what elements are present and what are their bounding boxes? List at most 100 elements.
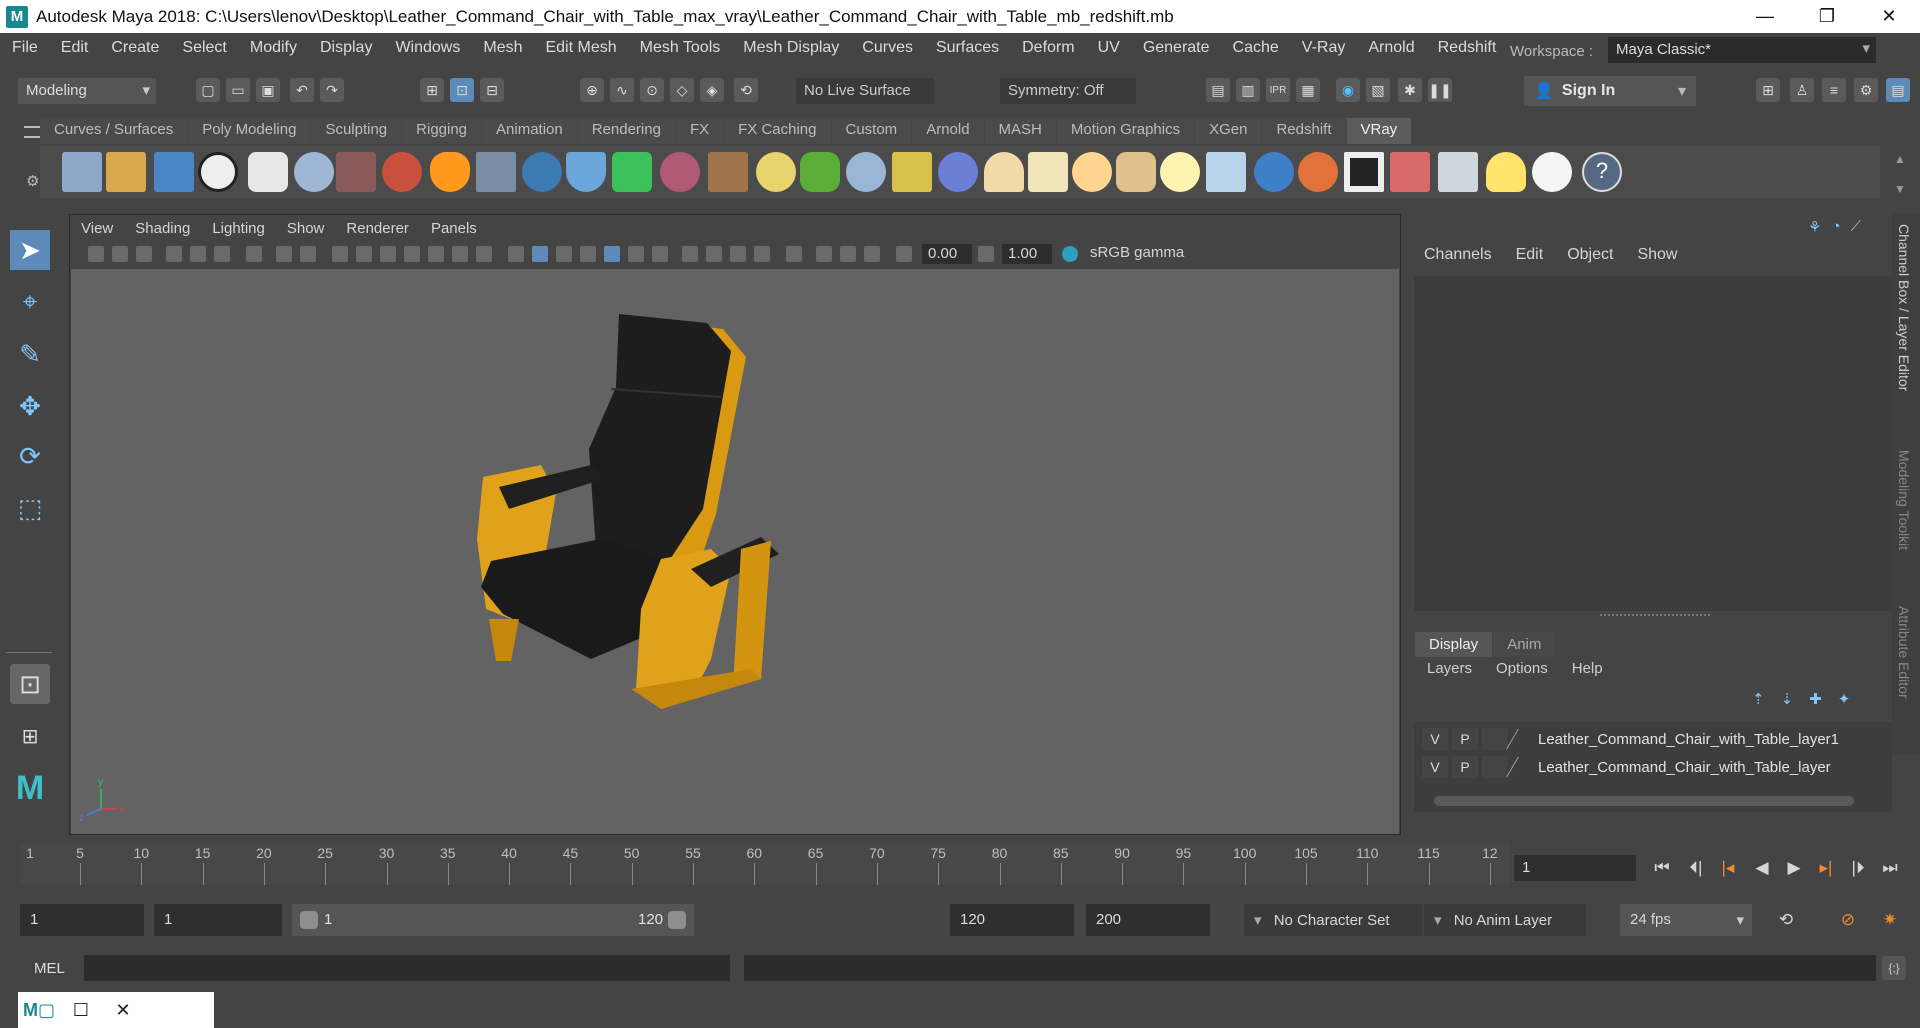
open-scene-icon[interactable]: ▭ bbox=[226, 78, 250, 102]
layer-display-type[interactable] bbox=[1482, 756, 1508, 778]
move-tool-icon[interactable]: ✥ bbox=[10, 386, 50, 426]
step-forward-icon[interactable]: |⏵ bbox=[1846, 856, 1870, 880]
camera-bookmark-icon[interactable] bbox=[246, 246, 262, 262]
layer-color-swatch[interactable] bbox=[1506, 757, 1538, 777]
select-object-icon[interactable]: ⊡ bbox=[450, 78, 474, 102]
vray-spot-light-icon[interactable] bbox=[1028, 152, 1068, 192]
side-tab-modeling-toolkit[interactable]: Modeling Toolkit bbox=[1896, 450, 1912, 550]
animation-start-field[interactable]: 1 bbox=[20, 904, 144, 936]
vray-dome-icon[interactable] bbox=[756, 152, 796, 192]
shelf-tab-animation[interactable]: Animation bbox=[482, 118, 577, 144]
shelf-menu-icon[interactable] bbox=[24, 126, 40, 138]
layer-row[interactable]: V P Leather_Command_Chair_with_Table_lay… bbox=[1422, 726, 1884, 752]
symmetry-field[interactable]: Symmetry: Off bbox=[1000, 78, 1136, 104]
anim-preferences-icon[interactable]: ✷ bbox=[1878, 908, 1902, 932]
menu-edit-mesh[interactable]: Edit Mesh bbox=[533, 39, 627, 57]
layer-color-swatch[interactable] bbox=[1506, 729, 1538, 749]
vray-sun-icon[interactable] bbox=[1160, 152, 1200, 192]
bookmark-icon[interactable] bbox=[136, 246, 152, 262]
live-surface-field[interactable]: No Live Surface bbox=[796, 78, 934, 104]
grease-pencil-icon[interactable] bbox=[214, 246, 230, 262]
anti-aliasing-icon[interactable] bbox=[730, 246, 746, 262]
gamma-icon[interactable] bbox=[978, 246, 994, 262]
layer-menu-help[interactable]: Help bbox=[1560, 660, 1615, 677]
menu-redshift[interactable]: Redshift bbox=[1426, 39, 1508, 57]
help-icon[interactable]: ? bbox=[1582, 152, 1622, 192]
vray-sphere-icon[interactable] bbox=[382, 152, 422, 192]
vray-dome-light-icon[interactable] bbox=[984, 152, 1024, 192]
vray-ies-light-icon[interactable] bbox=[1116, 152, 1156, 192]
character-set-dropdown[interactable]: ▾ No Character Set bbox=[1244, 904, 1422, 936]
anim-layer-dropdown[interactable]: ▾ No Anim Layer bbox=[1424, 904, 1586, 936]
select-component-icon[interactable]: ⊟ bbox=[480, 78, 504, 102]
viewport-menu-show[interactable]: Show bbox=[276, 220, 336, 237]
play-forward-icon[interactable]: ▶ bbox=[1782, 856, 1806, 880]
attribute-editor-toggle-icon[interactable]: ◔ bbox=[1831, 218, 1840, 236]
xray-icon[interactable] bbox=[816, 246, 832, 262]
layer-tab-anim[interactable]: Anim bbox=[1493, 632, 1556, 657]
menu-edit[interactable]: Edit bbox=[49, 39, 100, 57]
vray-cloud-icon[interactable] bbox=[1532, 152, 1572, 192]
step-forward-key-icon[interactable]: ▸| bbox=[1814, 856, 1838, 880]
channel-box-menu-object[interactable]: Object bbox=[1555, 246, 1625, 264]
menu-curves[interactable]: Curves bbox=[850, 39, 924, 57]
shelf-tab-rigging[interactable]: Rigging bbox=[402, 118, 482, 144]
move-layer-up-icon[interactable]: ⇡ bbox=[1752, 690, 1765, 708]
shelf-tab-sculpting[interactable]: Sculpting bbox=[311, 118, 402, 144]
script-editor-icon[interactable]: {;} bbox=[1882, 956, 1906, 980]
side-tab-attribute-editor[interactable]: Attribute Editor bbox=[1896, 606, 1912, 699]
vray-settings-icon[interactable] bbox=[1438, 152, 1478, 192]
layer-playback-toggle[interactable]: P bbox=[1452, 728, 1478, 750]
menu-mesh-display[interactable]: Mesh Display bbox=[731, 39, 850, 57]
time-slider[interactable]: 1 5 10 15 20 25 30 35 40 45 50 55 60 65 70 75 80 85 90 95 1… bbox=[20, 843, 1510, 885]
menu-cache[interactable]: Cache bbox=[1221, 39, 1290, 57]
snap-view-plane-icon[interactable]: ◇ bbox=[670, 78, 694, 102]
new-layer-icon[interactable]: ✚ bbox=[1809, 690, 1822, 708]
vray-camera-icon[interactable] bbox=[336, 152, 376, 192]
menu-file[interactable]: File bbox=[0, 39, 49, 57]
go-to-end-icon[interactable]: ⏭ bbox=[1878, 856, 1902, 880]
shelf-scroll-up-icon[interactable]: ▲ bbox=[1894, 152, 1906, 166]
shelf-scroll-down-icon[interactable]: ▼ bbox=[1894, 182, 1906, 196]
two-d-pan-icon[interactable] bbox=[276, 246, 292, 262]
vray-planet-icon[interactable] bbox=[938, 152, 978, 192]
layer-menu-options[interactable]: Options bbox=[1484, 660, 1560, 677]
safe-title-icon[interactable] bbox=[476, 246, 492, 262]
use-all-lights-icon[interactable] bbox=[628, 246, 644, 262]
isolate-select-icon[interactable] bbox=[786, 246, 802, 262]
color-space-label[interactable]: sRGB gamma bbox=[1090, 244, 1184, 261]
menu-modify[interactable]: Modify bbox=[238, 39, 308, 57]
menu-generate[interactable]: Generate bbox=[1131, 39, 1221, 57]
select-hierarchy-icon[interactable]: ⊞ bbox=[420, 78, 444, 102]
menu-windows[interactable]: Windows bbox=[383, 39, 471, 57]
new-scene-icon[interactable]: ▢ bbox=[196, 78, 220, 102]
shelf-tab-poly-modeling[interactable]: Poly Modeling bbox=[188, 118, 311, 144]
xray-joints-icon[interactable] bbox=[864, 246, 880, 262]
close-icon[interactable]: ✕ bbox=[102, 1000, 144, 1021]
field-chart-icon[interactable] bbox=[428, 246, 444, 262]
play-backward-icon[interactable]: ◀ bbox=[1750, 856, 1774, 880]
shelf-tab-rendering[interactable]: Rendering bbox=[577, 118, 675, 144]
gamma-field[interactable]: 1.00 bbox=[1002, 244, 1052, 264]
shelf-tab-mash[interactable]: MASH bbox=[984, 118, 1056, 144]
scale-tool-icon[interactable]: ⬚ bbox=[10, 488, 50, 528]
vray-log-icon[interactable] bbox=[248, 152, 288, 192]
channel-box-icon[interactable]: ▤ bbox=[1886, 78, 1910, 102]
color-management-icon[interactable] bbox=[1062, 246, 1078, 262]
ipr-render-icon[interactable]: IPR bbox=[1266, 78, 1290, 102]
vray-frame-buffer-icon[interactable] bbox=[154, 152, 194, 192]
vray-blend-mtl-icon[interactable] bbox=[1298, 152, 1338, 192]
shelf-tab-vray[interactable]: VRay bbox=[1346, 118, 1412, 144]
vray-sphere-light-icon[interactable] bbox=[1072, 152, 1112, 192]
vray-proxy-icon[interactable] bbox=[476, 152, 516, 192]
vray-render-interactive-icon[interactable] bbox=[106, 152, 146, 192]
light-editor-icon[interactable]: ✱ bbox=[1398, 78, 1422, 102]
range-end-handle[interactable] bbox=[668, 911, 686, 929]
vray-light-lister-icon[interactable] bbox=[1486, 152, 1526, 192]
vray-fire-icon[interactable] bbox=[430, 152, 470, 192]
motion-blur-icon[interactable] bbox=[706, 246, 722, 262]
character-controls-icon[interactable]: ♙ bbox=[1790, 78, 1814, 102]
layer-playback-toggle[interactable]: P bbox=[1452, 756, 1478, 778]
save-scene-icon[interactable]: ▣ bbox=[256, 78, 280, 102]
snap-live-icon[interactable]: ◈ bbox=[700, 78, 724, 102]
